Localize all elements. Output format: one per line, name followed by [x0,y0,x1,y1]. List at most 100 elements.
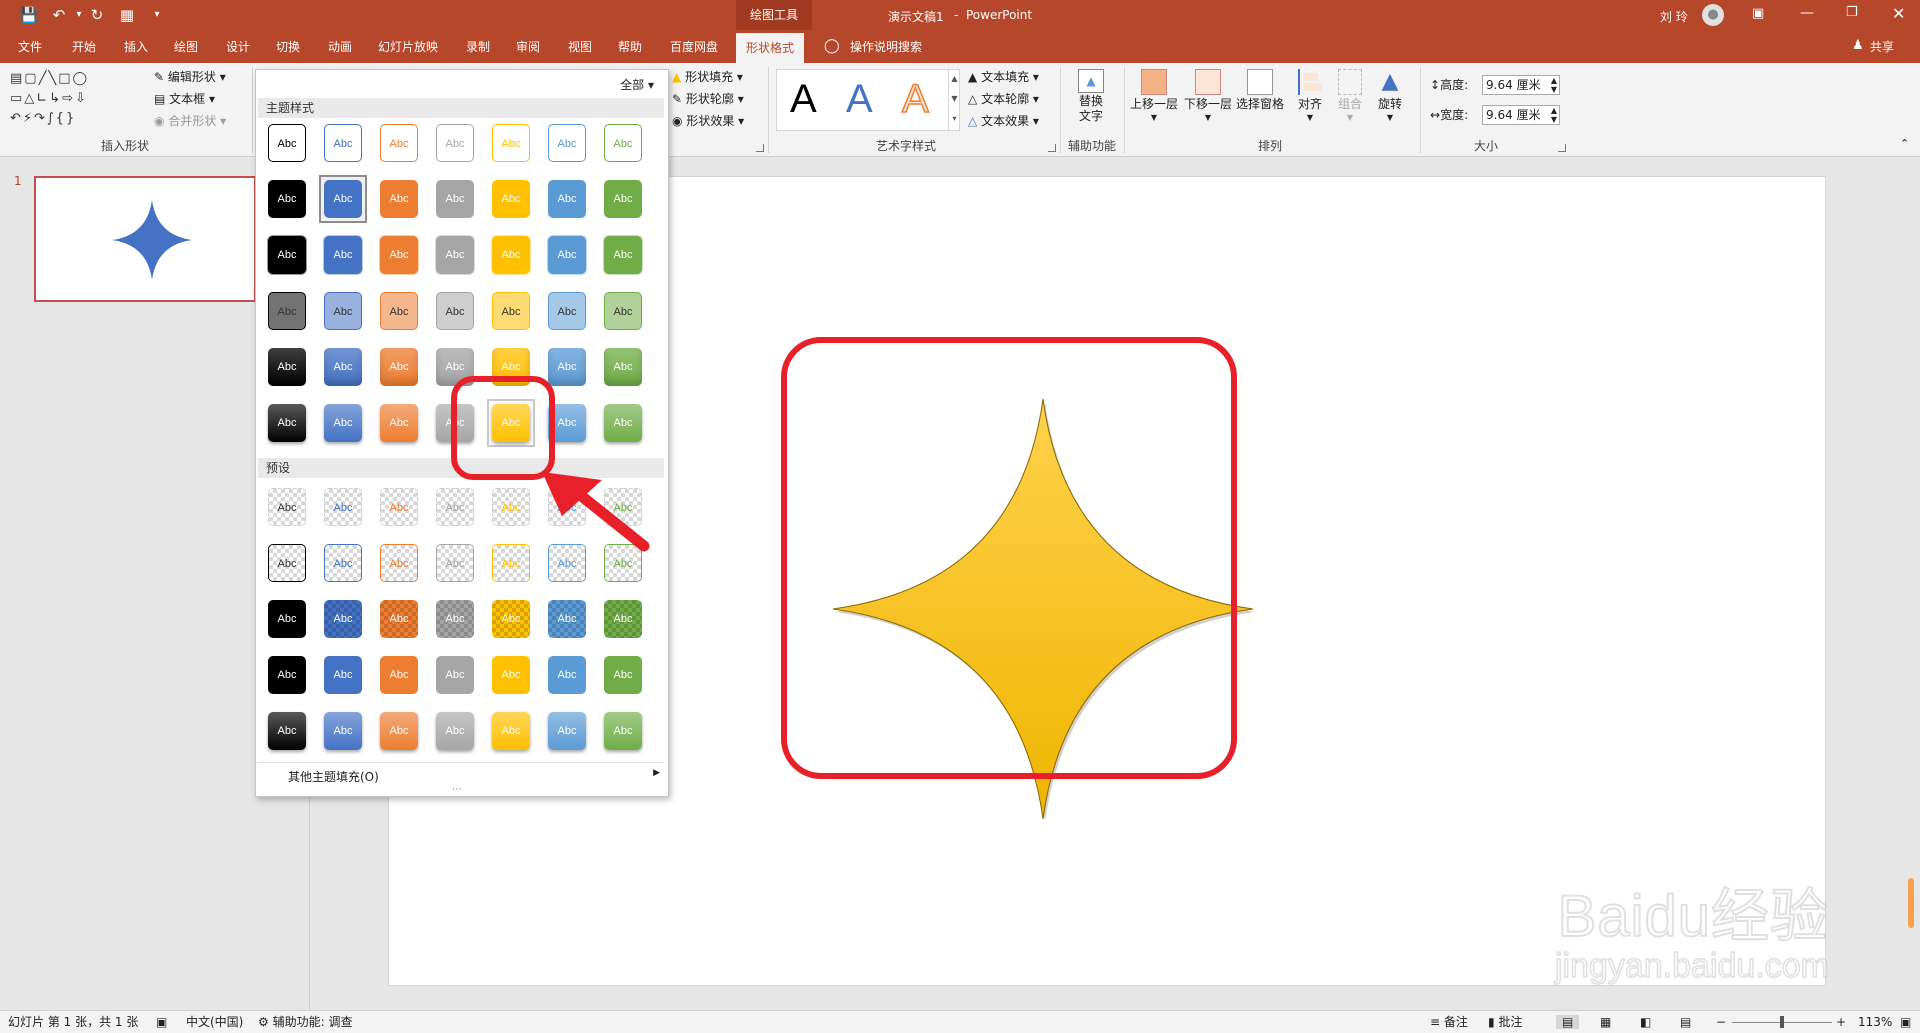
preset-style-gold-2[interactable]: Abc [492,544,530,582]
minimize-icon[interactable]: — [1800,5,1814,21]
gallery-resize-grip[interactable]: ⋯ [452,784,462,795]
slideshow-icon[interactable]: ▤ [1680,1015,1691,1029]
notes-button[interactable]: ≡ 备注 [1430,1015,1468,1029]
theme-style-orange-5[interactable]: Abc [380,348,418,386]
preset-style-green-5[interactable]: Abc [604,712,642,750]
preset-style-black-4[interactable]: Abc [268,656,306,694]
selection-pane-button[interactable]: 选择窗格 [1234,69,1286,113]
present-icon[interactable]: ▦ [116,6,138,24]
tab-baidu-netdisk[interactable]: 百度网盘 [670,39,718,55]
preset-style-black-3[interactable]: Abc [268,600,306,638]
theme-style-orange-1[interactable]: Abc [380,124,418,162]
shapes-gallery[interactable]: ▤▢╱╲□◯ ▭△∟↳⇨⇩ ↶⚡↷∫{} [10,69,144,133]
preset-style-gold-5[interactable]: Abc [492,712,530,750]
wordart-launcher-icon[interactable] [1048,144,1056,152]
tab-slideshow[interactable]: 幻灯片放映 [378,39,438,55]
tab-record[interactable]: 录制 [466,39,490,55]
preset-style-lightblue-5[interactable]: Abc [548,712,586,750]
wordart-scroll[interactable]: ▲ ▼ ▾ [948,69,960,131]
preset-style-blue-1[interactable]: Abc [324,488,362,526]
theme-style-green-3[interactable]: Abc [604,236,642,274]
avatar[interactable]: ● [1702,4,1724,26]
merge-shapes-button[interactable]: ◉ 合并形状 ▾ [154,113,226,129]
preset-style-orange-5[interactable]: Abc [380,712,418,750]
shape-styles-launcher-icon[interactable] [756,144,764,152]
zoom-level[interactable]: 113% [1858,1015,1892,1029]
alt-text-button[interactable]: ▲ 替换 文字 [1068,69,1114,133]
preset-style-gold-4[interactable]: Abc [492,656,530,694]
theme-style-gray-1[interactable]: Abc [436,124,474,162]
tab-home[interactable]: 开始 [72,39,96,55]
redo-icon[interactable]: ↻ [86,6,108,24]
theme-style-green-1[interactable]: Abc [604,124,642,162]
theme-style-green-2[interactable]: Abc [604,180,642,218]
preset-style-blue-5[interactable]: Abc [324,712,362,750]
tab-insert[interactable]: 插入 [124,39,148,55]
theme-style-black-6[interactable]: Abc [268,404,306,442]
theme-style-gray-4[interactable]: Abc [436,292,474,330]
theme-style-black-5[interactable]: Abc [268,348,306,386]
close-icon[interactable]: ✕ [1892,4,1905,23]
theme-style-lightblue-1[interactable]: Abc [548,124,586,162]
save-icon[interactable]: 💾 [18,6,40,24]
tab-view[interactable]: 视图 [568,39,592,55]
zoom-thumb[interactable] [1780,1016,1784,1028]
theme-style-green-6[interactable]: Abc [604,404,642,442]
rotate-button[interactable]: ▲ 旋转 ▼ [1370,69,1410,123]
theme-style-orange-3[interactable]: Abc [380,236,418,274]
bring-forward-button[interactable]: 上移一层 ▼ [1128,69,1180,123]
theme-style-gold-1[interactable]: Abc [492,124,530,162]
edit-shape-button[interactable]: ✎ 编辑形状 ▾ [154,69,226,85]
shape-fill-button[interactable]: ▲ 形状填充 ▾ [672,69,743,85]
theme-style-blue-2[interactable]: Abc [324,180,362,218]
preset-style-orange-2[interactable]: Abc [380,544,418,582]
ribbon-display-icon[interactable]: ▣ [1752,6,1764,21]
align-button[interactable]: 对齐 ▼ [1290,69,1330,123]
theme-style-black-3[interactable]: Abc [268,236,306,274]
preset-style-black-5[interactable]: Abc [268,712,306,750]
theme-style-gold-3[interactable]: Abc [492,236,530,274]
theme-style-blue-4[interactable]: Abc [324,292,362,330]
text-fill-button[interactable]: ▲ 文本填充 ▾ [968,69,1039,85]
tab-review[interactable]: 审阅 [516,39,540,55]
spelling-icon[interactable]: ▣ [156,1015,167,1029]
preset-style-gray-2[interactable]: Abc [436,544,474,582]
tab-file[interactable]: 文件 [18,39,42,55]
tell-me-search[interactable]: 操作说明搜索 [850,39,922,55]
share-button[interactable]: 共享 [1870,39,1894,55]
preset-style-orange-4[interactable]: Abc [380,656,418,694]
shape-effects-button[interactable]: ◉ 形状效果 ▾ [672,113,744,129]
vertical-scrollbar[interactable] [1908,878,1914,928]
size-launcher-icon[interactable] [1558,144,1566,152]
textbox-button[interactable]: ▤ 文本框 ▾ [154,91,215,107]
tab-design[interactable]: 设计 [226,39,250,55]
preset-style-gray-5[interactable]: Abc [436,712,474,750]
wordart-style-orange-outline[interactable]: A [901,76,929,122]
accessibility-status[interactable]: ⚙ 辅助功能: 调查 [258,1015,352,1029]
preset-style-blue-4[interactable]: Abc [324,656,362,694]
theme-style-orange-6[interactable]: Abc [380,404,418,442]
undo-icon[interactable]: ↶ [48,6,70,24]
language[interactable]: 中文(中国) [186,1015,243,1029]
theme-style-black-4[interactable]: Abc [268,292,306,330]
slide-thumbnail[interactable] [34,176,256,302]
preset-style-gold-3[interactable]: Abc [492,600,530,638]
preset-style-gold-1[interactable]: Abc [492,488,530,526]
theme-style-gold-4[interactable]: Abc [492,292,530,330]
share-icon[interactable]: ♟ [1852,38,1864,53]
tab-shape-format[interactable]: 形状格式 [736,33,805,63]
preset-style-green-4[interactable]: Abc [604,656,642,694]
width-spinner-icon[interactable]: ▲ ▼ [1551,106,1557,124]
preset-style-lightblue-3[interactable]: Abc [548,600,586,638]
preset-style-blue-3[interactable]: Abc [324,600,362,638]
group-button[interactable]: 组合 ▼ [1330,69,1370,123]
theme-style-lightblue-4[interactable]: Abc [548,292,586,330]
preset-style-green-3[interactable]: Abc [604,600,642,638]
more-theme-fills[interactable]: 其他主题填充(O) [288,768,379,785]
zoom-in-icon[interactable]: + [1836,1015,1846,1029]
preset-style-black-1[interactable]: Abc [268,488,306,526]
theme-style-lightblue-5[interactable]: Abc [548,348,586,386]
height-spinner-icon[interactable]: ▲ ▼ [1551,76,1557,94]
fit-slide-icon[interactable]: ▣ [1900,1015,1911,1029]
comments-button[interactable]: ▮ 批注 [1488,1015,1522,1029]
